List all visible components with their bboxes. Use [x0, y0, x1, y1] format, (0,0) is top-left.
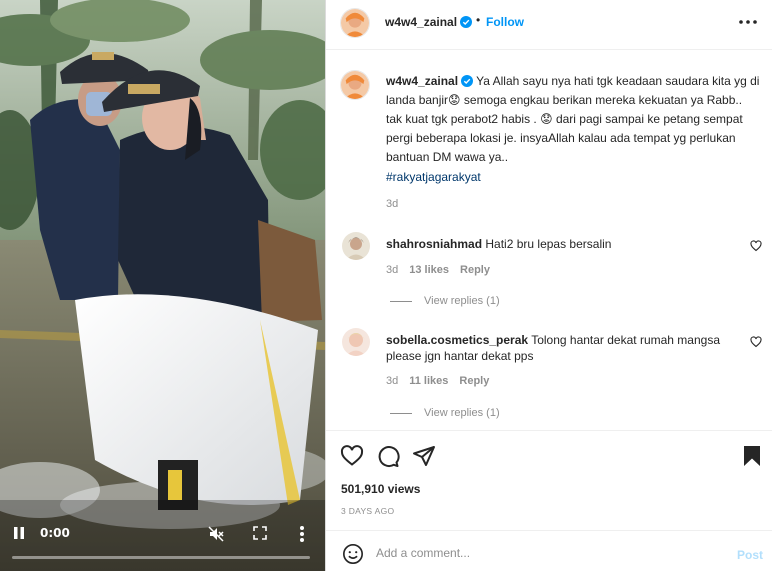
- view-replies-line: [390, 412, 412, 414]
- view-replies-label[interactable]: View replies (1): [424, 407, 500, 419]
- comment-meta: 3d 13 likes Reply: [386, 264, 501, 276]
- verified-badge-icon: [460, 16, 473, 28]
- verified-badge-icon: [461, 75, 474, 87]
- video-frame: [0, 0, 325, 571]
- video-player[interactable]: 0:00: [0, 0, 325, 571]
- post-date[interactable]: 3 DAYS AGO: [341, 506, 394, 516]
- view-replies-label[interactable]: View replies (1): [424, 295, 500, 307]
- comment-text: shahrosniahmad Hati2 bru lepas bersalin: [386, 236, 736, 252]
- video-time: 0:00: [40, 526, 70, 540]
- author-username[interactable]: w4w4_zainal: [385, 15, 473, 29]
- pause-icon[interactable]: [9, 523, 29, 543]
- comment-timestamp[interactable]: 3d: [386, 264, 398, 276]
- add-comment-bar: Post: [326, 530, 772, 571]
- comment-like-heart-icon[interactable]: [750, 336, 764, 350]
- hashtag-link[interactable]: #rakyatjagarakyat: [386, 170, 481, 184]
- author-username-text[interactable]: w4w4_zainal: [385, 15, 457, 29]
- follow-button[interactable]: Follow: [486, 15, 524, 29]
- post-header: w4w4_zainal • Follow: [326, 0, 772, 50]
- commenter-username[interactable]: shahrosniahmad: [386, 237, 482, 251]
- share-send-icon[interactable]: [412, 444, 436, 468]
- comment-likes-count[interactable]: 11 likes: [409, 375, 448, 387]
- caption-text: w4w4_zainal Ya Allah sayu nya hati tgk k…: [386, 72, 761, 167]
- comment-meta: 3d 11 likes Reply: [386, 375, 500, 387]
- commenter-avatar[interactable]: [342, 232, 370, 260]
- comment-item: shahrosniahmad Hati2 bru lepas bersalin …: [326, 232, 772, 322]
- view-replies-button[interactable]: View replies (1): [390, 407, 500, 419]
- muted-speaker-icon[interactable]: [205, 523, 227, 545]
- video-progress-bar[interactable]: [12, 556, 310, 559]
- post-comment-button[interactable]: Post: [737, 548, 763, 562]
- more-vertical-icon[interactable]: [292, 523, 312, 545]
- caption-author-username[interactable]: w4w4_zainal: [386, 74, 458, 88]
- commenter-avatar[interactable]: [342, 328, 370, 356]
- view-replies-button[interactable]: View replies (1): [390, 295, 500, 307]
- fullscreen-icon[interactable]: [250, 523, 270, 543]
- video-controls: [0, 511, 325, 571]
- comment-likes-count[interactable]: 13 likes: [409, 264, 449, 276]
- view-count[interactable]: 501,910 views: [341, 482, 420, 496]
- comment-input[interactable]: [376, 541, 706, 565]
- caption-author-avatar[interactable]: [340, 70, 370, 100]
- comment-like-heart-icon[interactable]: [750, 240, 764, 254]
- like-heart-icon[interactable]: [340, 444, 364, 468]
- header-separator: •: [476, 13, 481, 27]
- view-replies-line: [390, 300, 412, 302]
- more-options-icon[interactable]: [736, 16, 760, 28]
- post-actions: 501,910 views 3 DAYS AGO: [326, 430, 772, 530]
- emoji-smiley-icon[interactable]: [342, 543, 364, 565]
- comment-reply-button[interactable]: Reply: [459, 375, 489, 387]
- instagram-post-modal: 0:00 w4w4_zainal • Follow w4w4_zainal Ya…: [0, 0, 772, 571]
- comment-body: Hati2 bru lepas bersalin: [485, 237, 612, 251]
- comment-text: sobella.cosmetics_perak Tolong hantar de…: [386, 332, 736, 364]
- post-sidebar: w4w4_zainal • Follow w4w4_zainal Ya Alla…: [325, 0, 772, 571]
- comment-item: sobella.cosmetics_perak Tolong hantar de…: [326, 328, 772, 419]
- caption-timestamp[interactable]: 3d: [386, 198, 398, 210]
- author-avatar[interactable]: [340, 8, 370, 38]
- commenter-username[interactable]: sobella.cosmetics_perak: [386, 333, 528, 347]
- comment-timestamp[interactable]: 3d: [386, 375, 398, 387]
- comment-bubble-icon[interactable]: [376, 444, 400, 468]
- comment-reply-button[interactable]: Reply: [460, 264, 490, 276]
- save-bookmark-icon[interactable]: [740, 444, 764, 468]
